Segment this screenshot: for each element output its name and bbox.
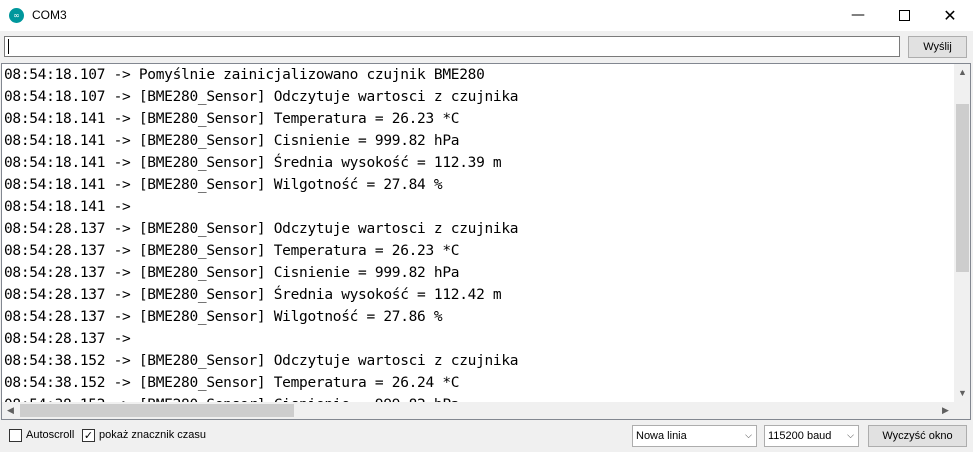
vertical-scrollbar[interactable]: ▲ ▼ — [954, 64, 970, 402]
log-line: 08:54:18.141 -> — [4, 199, 139, 215]
chevron-down-icon: ⌵ — [847, 431, 854, 441]
scroll-up-icon[interactable]: ▲ — [954, 64, 970, 81]
vertical-scroll-thumb[interactable] — [956, 104, 969, 272]
log-line: 08:54:28.137 -> [BME280_Sensor] Cisnieni… — [4, 265, 460, 281]
chevron-down-icon: ⌵ — [745, 431, 752, 441]
title-bar: ∞ COM3 — ✕ — [0, 0, 973, 31]
timestamp-checkbox[interactable]: ✓ — [82, 429, 95, 442]
serial-output[interactable]: 08:54:18.107 -> Pomyślnie zainicjalizowa… — [1, 63, 971, 420]
close-button[interactable]: ✕ — [927, 0, 973, 31]
autoscroll-label: Autoscroll — [26, 429, 75, 441]
maximize-icon — [898, 10, 910, 21]
baud-rate-select[interactable]: 115200 baud ⌵ — [764, 425, 859, 447]
line-ending-select[interactable]: Nowa linia ⌵ — [632, 425, 757, 447]
text-caret — [8, 39, 9, 54]
horizontal-scroll-thumb[interactable] — [20, 404, 294, 417]
minimize-button[interactable]: — — [835, 0, 881, 31]
log-line: 08:54:18.107 -> [BME280_Sensor] Odczytuj… — [4, 89, 519, 105]
send-button[interactable]: Wyślij — [908, 36, 967, 58]
timestamp-label: pokaż znacznik czasu — [99, 429, 206, 441]
footer-bar: Autoscroll ✓ pokaż znacznik czasu Nowa l… — [0, 420, 973, 452]
horizontal-scrollbar[interactable]: ◀ ▶ — [2, 402, 954, 419]
arduino-icon: ∞ — [9, 8, 24, 23]
window-title: COM3 — [32, 8, 67, 22]
send-input[interactable] — [4, 36, 900, 57]
log-line: 08:54:28.137 -> [BME280_Sensor] Średnia … — [4, 287, 502, 303]
scroll-down-icon[interactable]: ▼ — [954, 385, 970, 402]
line-ending-value: Nowa linia — [636, 430, 687, 442]
scroll-left-icon[interactable]: ◀ — [2, 402, 19, 419]
maximize-button[interactable] — [881, 0, 927, 31]
scrollbar-corner — [954, 402, 970, 419]
log-line: 08:54:28.137 -> — [4, 331, 139, 347]
clear-output-button[interactable]: Wyczyść okno — [868, 425, 967, 447]
log-line: 08:54:18.107 -> Pomyślnie zainicjalizowa… — [4, 67, 485, 83]
scroll-right-icon[interactable]: ▶ — [937, 402, 954, 419]
log-line: 08:54:38.152 -> [BME280_Sensor] Temperat… — [4, 375, 460, 391]
serial-log: 08:54:18.107 -> Pomyślnie zainicjalizowa… — [4, 64, 519, 416]
log-line: 08:54:18.141 -> [BME280_Sensor] Temperat… — [4, 111, 460, 127]
log-line: 08:54:18.141 -> [BME280_Sensor] Cisnieni… — [4, 133, 460, 149]
log-line: 08:54:28.137 -> [BME280_Sensor] Odczytuj… — [4, 221, 519, 237]
autoscroll-checkbox[interactable] — [9, 429, 22, 442]
log-line: 08:54:28.137 -> [BME280_Sensor] Wilgotno… — [4, 309, 443, 325]
log-line: 08:54:28.137 -> [BME280_Sensor] Temperat… — [4, 243, 460, 259]
baud-rate-value: 115200 baud — [768, 430, 832, 442]
log-line: 08:54:18.141 -> [BME280_Sensor] Średnia … — [4, 155, 502, 171]
log-line: 08:54:18.141 -> [BME280_Sensor] Wilgotno… — [4, 177, 443, 193]
log-line: 08:54:38.152 -> [BME280_Sensor] Odczytuj… — [4, 353, 519, 369]
